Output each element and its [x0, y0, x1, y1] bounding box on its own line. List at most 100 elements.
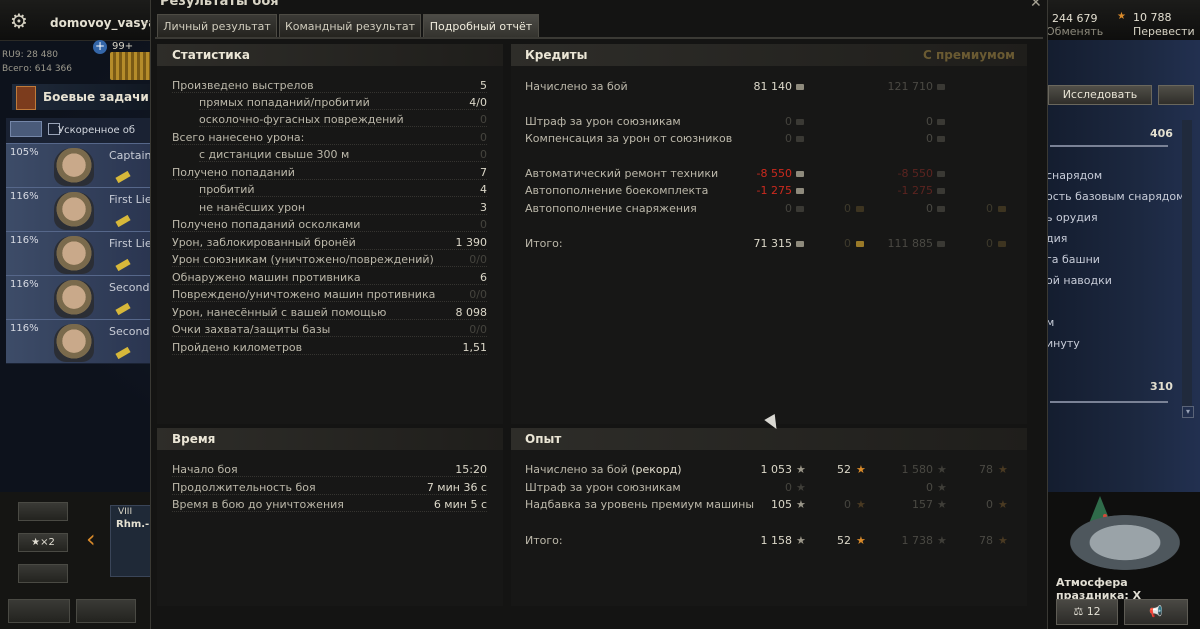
- rank-badge-icon: [115, 258, 131, 272]
- xp-panel: [511, 428, 1027, 606]
- crew-member[interactable]: 116% First Lie: [6, 187, 152, 231]
- tank-filter-button[interactable]: [18, 502, 68, 521]
- notification-count: 99+: [112, 41, 134, 52]
- crew-skill-pct: 116%: [10, 235, 39, 246]
- credit-label: Итого:: [525, 237, 563, 250]
- exchange-link[interactable]: Обменять: [1046, 25, 1103, 38]
- gold-value: 10 788: [1133, 11, 1172, 24]
- credit-value: 71 315: [753, 237, 793, 250]
- crate-icon[interactable]: [110, 52, 154, 80]
- xp-title: Опыт: [525, 432, 562, 446]
- credit-icon: [937, 119, 945, 125]
- module-item[interactable]: инуту: [1046, 337, 1080, 350]
- crew-member[interactable]: 105% Captain: [6, 143, 152, 187]
- stat-value: 0: [480, 218, 487, 231]
- xp-value: 1 158: [760, 534, 793, 547]
- crew-rank: First Lie: [109, 237, 152, 250]
- star-icon: ★: [937, 534, 947, 547]
- xp-value: 105: [771, 498, 792, 511]
- star-icon: ★: [796, 498, 806, 511]
- star-icon: ★: [796, 463, 806, 476]
- x2-filter-button[interactable]: ★×2: [18, 533, 68, 552]
- premium-free-xp-value: 78: [979, 463, 993, 476]
- star-icon: ★: [31, 537, 41, 548]
- total-text: Всего: 614 366: [2, 64, 73, 74]
- time-value: 6 мин 5 с: [433, 498, 487, 511]
- chat-button[interactable]: [76, 599, 136, 623]
- premium-credit-value: -8 550: [897, 167, 933, 180]
- announce-button[interactable]: 📢: [1124, 599, 1188, 625]
- credit-icon: [937, 188, 945, 194]
- crew-skill-pct: 116%: [10, 279, 39, 290]
- crew-header-label: Ускоренное об: [58, 125, 136, 136]
- x2-label: ×2: [40, 537, 55, 548]
- research-button[interactable]: Исследовать: [1048, 85, 1152, 105]
- premium-xp-value: 0: [926, 481, 933, 494]
- tab-personal[interactable]: Личный результат: [157, 14, 277, 37]
- crew-skill-pct: 116%: [10, 191, 39, 202]
- crew-portrait: [54, 148, 94, 186]
- add-notification-icon[interactable]: +: [93, 40, 107, 54]
- gold-icon: [998, 241, 1006, 247]
- tab-detailed[interactable]: Подробный отчёт: [423, 14, 539, 37]
- time-panel: [157, 428, 503, 606]
- scroll-down-icon[interactable]: ▾: [1182, 406, 1194, 418]
- star-icon: ★: [796, 481, 806, 494]
- premium-xp-value: 1 580: [901, 463, 934, 476]
- module-item[interactable]: ость базовым снарядом: [1046, 190, 1184, 203]
- stat-value: 0: [480, 131, 487, 144]
- username[interactable]: domovoy_vasya: [50, 16, 156, 30]
- module-item[interactable]: дия: [1046, 232, 1067, 245]
- premium-free-xp-value: 78: [979, 534, 993, 547]
- crew-button[interactable]: [8, 599, 70, 623]
- gold-icon: [856, 241, 864, 247]
- scales-button[interactable]: ⚖ 12: [1056, 599, 1118, 625]
- xp-label: Начислено за бой (рекорд): [525, 462, 681, 478]
- tank-image: [1070, 515, 1180, 570]
- gear-icon[interactable]: ⚙: [8, 10, 30, 32]
- free-xp-star-icon: ★: [998, 534, 1008, 547]
- crew-member[interactable]: 116% Second: [6, 275, 152, 319]
- rank-badge-icon: [115, 214, 131, 228]
- star-icon: ★: [937, 498, 947, 511]
- tasks-book-icon: [16, 86, 36, 110]
- credit-label: Начислено за бой: [525, 80, 628, 93]
- crew-member[interactable]: 116% First Lie: [6, 231, 152, 275]
- crew-portrait: [54, 324, 94, 362]
- credits-panel: [511, 44, 1027, 424]
- credit-icon: [937, 241, 945, 247]
- record-label: (рекорд): [631, 463, 682, 476]
- tank-tier: VIII: [118, 507, 133, 517]
- module-item[interactable]: ой наводки: [1046, 274, 1112, 287]
- tabs-divider: [155, 37, 1043, 39]
- crew-member[interactable]: 116% Second: [6, 319, 152, 363]
- transfer-link[interactable]: Перевести: [1133, 25, 1195, 38]
- crew-rank: Second: [109, 281, 150, 294]
- tech-tree-button[interactable]: [1158, 85, 1194, 105]
- stat-value: 7: [480, 166, 487, 179]
- stat-value: 0: [480, 113, 487, 126]
- crew-skill-pct: 116%: [10, 323, 39, 334]
- highlight-filter-button[interactable]: [18, 564, 68, 583]
- premium-gold-value: 0: [986, 202, 993, 215]
- module-item[interactable]: ь орудия: [1046, 211, 1098, 224]
- premium-xp-value: 1 738: [901, 534, 934, 547]
- stat-value-bottom: 310: [1150, 380, 1173, 393]
- module-item[interactable]: снарядом: [1046, 169, 1102, 182]
- premium-xp-value: 157: [912, 498, 933, 511]
- tab-team[interactable]: Командный результат: [279, 14, 421, 37]
- gold-value: 0: [844, 237, 851, 250]
- scrollbar[interactable]: [1182, 120, 1192, 406]
- credit-label: Автопополнение снаряжения: [525, 202, 697, 215]
- chevron-left-icon[interactable]: ‹: [86, 525, 96, 553]
- module-item[interactable]: га башни: [1046, 253, 1100, 266]
- free-xp-value: 52: [837, 463, 851, 476]
- credits-title: Кредиты: [525, 48, 588, 62]
- xp-header: [511, 428, 1027, 450]
- accelerate-training-icon[interactable]: [10, 121, 42, 137]
- credit-value: 0: [785, 202, 792, 215]
- rank-badge-icon: [115, 302, 131, 316]
- close-icon[interactable]: ✕: [1030, 0, 1042, 11]
- star-icon: ★: [796, 534, 806, 547]
- stat-bar: [1050, 401, 1168, 403]
